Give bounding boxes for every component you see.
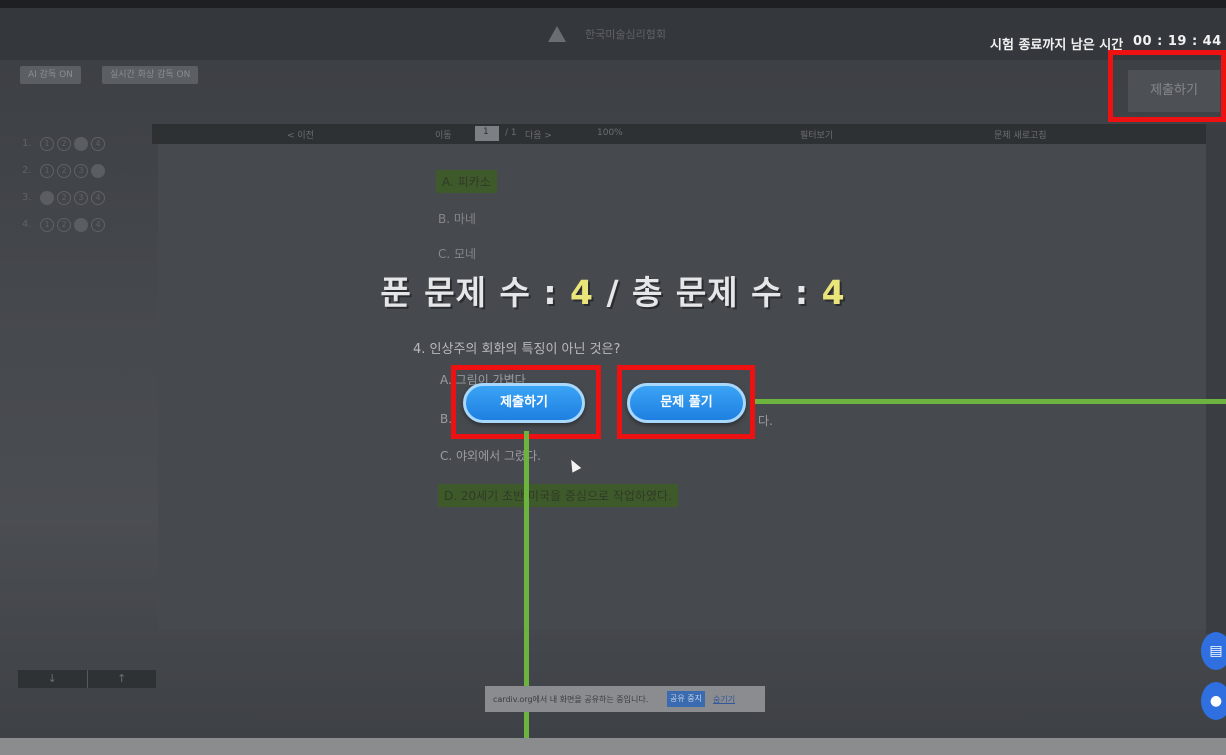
- solved-label: 푼 문제 수 :: [380, 273, 571, 312]
- answer-choice[interactable]: 3: [74, 190, 88, 205]
- answer-choice[interactable]: [91, 163, 105, 178]
- answer-choice[interactable]: 2: [57, 190, 71, 205]
- timer-label: 시험 종료까지 남은 시간: [990, 38, 1124, 53]
- scroll-up-button[interactable]: ↑: [88, 670, 157, 688]
- chat-icon[interactable]: ●: [1201, 682, 1226, 720]
- next-page-button[interactable]: 다음 >: [525, 128, 552, 141]
- monitor-bezel-top: [0, 0, 1226, 8]
- answer-row: 2. 1 2 3: [22, 157, 108, 184]
- header-bar: 한국미술심리협회 시험 종료까지 남은 시간 00 : 19 : 44: [0, 8, 1226, 60]
- zoom-level[interactable]: 100%: [597, 128, 623, 138]
- answer-row-number: 2.: [22, 165, 32, 176]
- prev-page-button[interactable]: < 이전: [287, 128, 314, 141]
- answer-row: 4. 1 2 4: [22, 211, 108, 238]
- answer-choice[interactable]: [40, 190, 54, 205]
- q4-option-b-tail: 다.: [758, 414, 773, 428]
- answer-sheet: 1. 1 2 4 2. 1 2 3 3. 2 3 4 4. 1 2 4: [22, 130, 108, 238]
- answer-choice[interactable]: 4: [91, 217, 105, 232]
- page-number-input[interactable]: 1: [475, 126, 499, 141]
- answer-row-number: 3.: [22, 192, 32, 203]
- question-nav: ↓ ↑: [18, 670, 156, 688]
- answer-choice[interactable]: 4: [91, 136, 105, 151]
- answer-row-number: 4.: [22, 219, 32, 230]
- q3-option-c[interactable]: C. 모네: [438, 245, 476, 262]
- refresh-questions-button[interactable]: 문제 새로고침: [994, 128, 1047, 141]
- answer-choice[interactable]: 3: [74, 163, 88, 178]
- total-count: 4: [821, 273, 846, 312]
- page-total: / 1: [505, 128, 517, 138]
- q3-option-b[interactable]: B. 마네: [438, 210, 476, 227]
- filter-view-button[interactable]: 필터보기: [800, 128, 833, 141]
- logo-text: 한국미술심리협회: [585, 28, 666, 41]
- video-monitor-toggle[interactable]: 실시간 화상 감독 ON: [102, 66, 199, 84]
- stop-sharing-button[interactable]: 공유 중지: [667, 691, 705, 707]
- q4-question: 4. 인상주의 회화의 특징이 아닌 것은?: [413, 342, 621, 357]
- screen-share-bar: cardiv.org에서 내 화면을 공유하는 중입니다. 공유 중지 숨기기: [485, 686, 765, 712]
- answer-choice[interactable]: 4: [91, 190, 105, 205]
- answer-row-number: 1.: [22, 138, 32, 149]
- answer-choice[interactable]: [74, 136, 88, 151]
- ai-monitor-toggle[interactable]: AI 감독 ON: [20, 66, 81, 84]
- monitor-bezel-bottom: [0, 738, 1226, 755]
- answer-choice[interactable]: 1: [40, 163, 54, 178]
- annotation-box-header-submit: [1108, 50, 1226, 122]
- answer-choice[interactable]: 2: [57, 217, 71, 232]
- move-button[interactable]: 이동: [435, 128, 452, 141]
- scroll-down-button[interactable]: ↓: [18, 670, 88, 688]
- total-label: / 총 문제 수 :: [593, 273, 822, 312]
- share-status-text: cardiv.org에서 내 화면을 공유하는 중입니다.: [493, 695, 649, 704]
- annotation-box-solve: [617, 365, 755, 439]
- timer-value: 00 : 19 : 44: [1133, 34, 1222, 49]
- hide-share-bar-link[interactable]: 숨기기: [713, 694, 735, 705]
- answer-row: 3. 2 3 4: [22, 184, 108, 211]
- annotation-box-modal-submit: [451, 365, 601, 439]
- progress-summary: 푼 문제 수 : 4 / 총 문제 수 : 4: [0, 266, 1226, 314]
- annotation-line-solve: [755, 399, 1226, 404]
- q4-option-d[interactable]: D. 20세기 초반 미국을 중심으로 작업하였다.: [438, 484, 678, 507]
- exam-screen: 한국미술심리협회 시험 종료까지 남은 시간 00 : 19 : 44 AI 감…: [0, 8, 1226, 738]
- q3-option-a[interactable]: A. 피카소: [436, 170, 497, 193]
- document-toolbar: < 이전 1 / 1 다음 > 이동 100% 필터보기 문제 새로고침: [152, 124, 1206, 144]
- answer-choice[interactable]: 2: [57, 136, 71, 151]
- answer-choice[interactable]: 1: [40, 136, 54, 151]
- answer-choice[interactable]: 1: [40, 217, 54, 232]
- answer-choice[interactable]: [74, 217, 88, 232]
- answer-choice[interactable]: 2: [57, 163, 71, 178]
- logo-icon: [548, 26, 566, 42]
- answer-row: 1. 1 2 4: [22, 130, 108, 157]
- document-scrollbar[interactable]: [1206, 124, 1226, 634]
- solved-count: 4: [570, 273, 594, 312]
- document-icon[interactable]: ▤: [1201, 632, 1226, 670]
